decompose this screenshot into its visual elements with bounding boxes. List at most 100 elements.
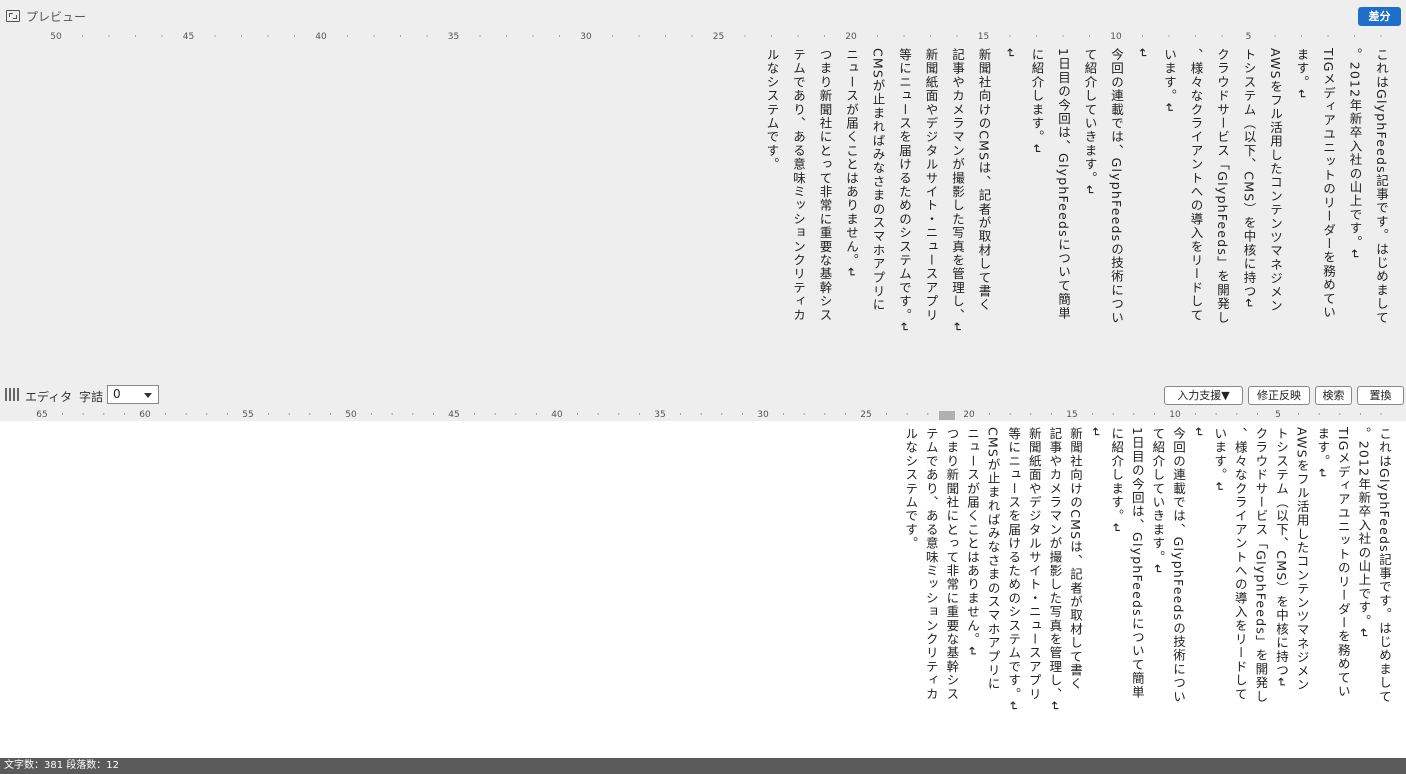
ruler-tick: ·	[213, 32, 217, 42]
ruler-tick: ·	[240, 32, 243, 42]
ruler-tick: ·	[1273, 32, 1277, 42]
ruler-tick: ·	[1235, 410, 1239, 420]
ruler-tick: ·	[1088, 32, 1091, 42]
ruler-tick: ·	[1358, 410, 1362, 420]
ruler-tick: ·	[1379, 410, 1383, 420]
preview-line: クラウドサービス「GlyphFeeds」を開発し	[1215, 48, 1230, 325]
ruler-tick: ·	[287, 410, 291, 420]
ruler-tick: ·	[107, 32, 111, 42]
status-bar: 文字数：381 段落数：12	[0, 758, 1406, 774]
ruler-tick: ·	[823, 32, 826, 42]
ruler-number: 35	[447, 32, 460, 42]
ruler-tick: ·	[370, 410, 374, 420]
preview-line: ↵	[1003, 48, 1018, 60]
editor-toolbar: エディタ 字詰 0 入力支援▼ 修正反映 検索 置換	[0, 380, 1406, 410]
preview-line: います。↵	[1162, 48, 1177, 115]
ruler-tick: ·	[743, 32, 747, 42]
ruler-tick: ·	[1061, 32, 1065, 42]
ruler-tick: ·	[1141, 32, 1144, 42]
jiduime-label: 字詰	[79, 390, 104, 404]
ruler-number: 35	[654, 410, 666, 420]
jiduime-select[interactable]: 0	[107, 385, 159, 404]
preview-line: て紹介していきます。↵	[1082, 48, 1098, 197]
ruler-tick: ·	[505, 32, 508, 42]
editor-line: 新聞社向けのCMSは、記者が取材して書く	[1068, 427, 1083, 691]
ruler-tick: ·	[431, 410, 435, 420]
ruler-tick: ·	[425, 32, 429, 42]
preview-line: TIGメディアユニットのリーダーを務めてい	[1321, 48, 1336, 320]
preview-line: に紹介します。↵	[1029, 48, 1045, 156]
preview-header: プレビュー 差分	[0, 0, 1406, 32]
preview-line: これはGlyphFeeds記事です。はじめまして	[1374, 48, 1389, 325]
ruler-number: 20	[845, 32, 857, 42]
ruler-tick: ·	[617, 410, 621, 420]
search-button[interactable]: 検索	[1315, 386, 1352, 405]
preview-line: 1日目の今回は、GlyphFeedsについて簡単	[1056, 48, 1071, 321]
editor-line: これはGlyphFeeds記事です。はじめまして	[1377, 427, 1392, 704]
ruler-tick: ·	[679, 410, 683, 420]
ruler-tick: ·	[1353, 32, 1356, 42]
ruler-tick: ·	[637, 410, 641, 420]
editor-text-area[interactable]: これはGlyphFeeds記事です。はじめまして 。2012年新卒入社の山上です。…	[0, 421, 1406, 758]
editor-line: 。2012年新卒入社の山上です。↵	[1356, 427, 1372, 640]
preview-line: 等にニュースを届けるためのシステムです。↵	[897, 48, 912, 334]
preview-line: ↵	[1135, 48, 1151, 60]
preview-line: テムであり、ある意味ミッションクリティカ	[791, 48, 806, 322]
preview-line: ます。↵	[1294, 48, 1310, 101]
ruler-tick: ·	[473, 410, 477, 420]
ruler-tick: ·	[664, 32, 667, 42]
ruler-number: 5	[1275, 410, 1281, 420]
editor-line: 等にニュースを届けるためのシステムです。↵	[1006, 427, 1022, 713]
replace-button[interactable]: 置換	[1357, 386, 1404, 405]
ruler-tick: ·	[267, 410, 271, 420]
editor-line: ます。↵	[1315, 427, 1331, 480]
ruler-number: 30	[757, 410, 769, 420]
ruler-tick: ·	[1035, 32, 1038, 42]
ruler-tick: ·	[1008, 410, 1012, 420]
editor-line: ↵	[1191, 427, 1207, 439]
ruler-tick: ·	[1379, 32, 1383, 42]
preview-line: トシステム（以下、CMS）を中核に持つ↵	[1241, 48, 1257, 310]
apply-fix-button[interactable]: 修正反映	[1248, 386, 1310, 405]
ruler-number: 60	[139, 410, 151, 420]
ruler-tick: ·	[81, 32, 84, 42]
preview-line: つまり新聞社にとって非常に重要な基幹シス	[817, 48, 833, 322]
ruler-number: 10	[1110, 32, 1122, 42]
ruler-tick: ·	[988, 410, 992, 420]
ruler-number: 10	[1169, 410, 1181, 420]
ruler-tick: ·	[164, 410, 168, 420]
editor-line: 新聞紙面やデジタルサイト・ニュースアプリ	[1026, 427, 1042, 701]
editor-line: います。↵	[1212, 427, 1228, 494]
editor-line: に紹介します。↵	[1109, 427, 1125, 535]
preview-line: 記事やカメラマンが撮影した写真を管理し、↵	[950, 48, 965, 334]
ruler-tick: ·	[802, 410, 806, 420]
editor-line: て紹介していきます。↵	[1150, 427, 1166, 576]
ruler-tick: ·	[596, 410, 600, 420]
ruler-number: 50	[345, 410, 357, 420]
ruler-tick: ·	[637, 32, 641, 42]
ruler-tick: ·	[411, 410, 415, 420]
input-assist-button[interactable]: 入力支援▼	[1164, 386, 1243, 405]
editor-line: TIGメディアユニットのリーダーを務めてい	[1335, 427, 1351, 699]
ruler-tick: ·	[390, 410, 394, 420]
diff-button[interactable]: 差分	[1358, 7, 1401, 26]
ruler-number: 20	[963, 410, 975, 420]
chevron-down-icon	[144, 393, 152, 398]
ruler-number: 65	[36, 410, 48, 420]
ruler-tick: ·	[134, 32, 137, 42]
ruler-tick: ·	[885, 410, 889, 420]
ruler-tick: ·	[1049, 410, 1053, 420]
ruler-tick: ·	[1300, 32, 1303, 42]
ruler-tick: ·	[1152, 410, 1156, 420]
ruler-tick: ·	[531, 32, 535, 42]
ruler-tick: ·	[1111, 410, 1115, 420]
preview-text-area: これはGlyphFeeds記事です。はじめまして 。2012年新卒入社の山上です。…	[0, 42, 1406, 380]
preview-line: ニュースが届くことはありません。↵	[844, 48, 859, 279]
ruler-tick: ·	[399, 32, 402, 42]
ruler-number: 50	[50, 32, 62, 42]
ruler-tick: ·	[1029, 410, 1033, 420]
ruler-number: 55	[242, 410, 254, 420]
expand-icon[interactable]	[6, 10, 20, 22]
ruler-tick: ·	[611, 32, 614, 42]
ruler-tick: ·	[372, 32, 376, 42]
